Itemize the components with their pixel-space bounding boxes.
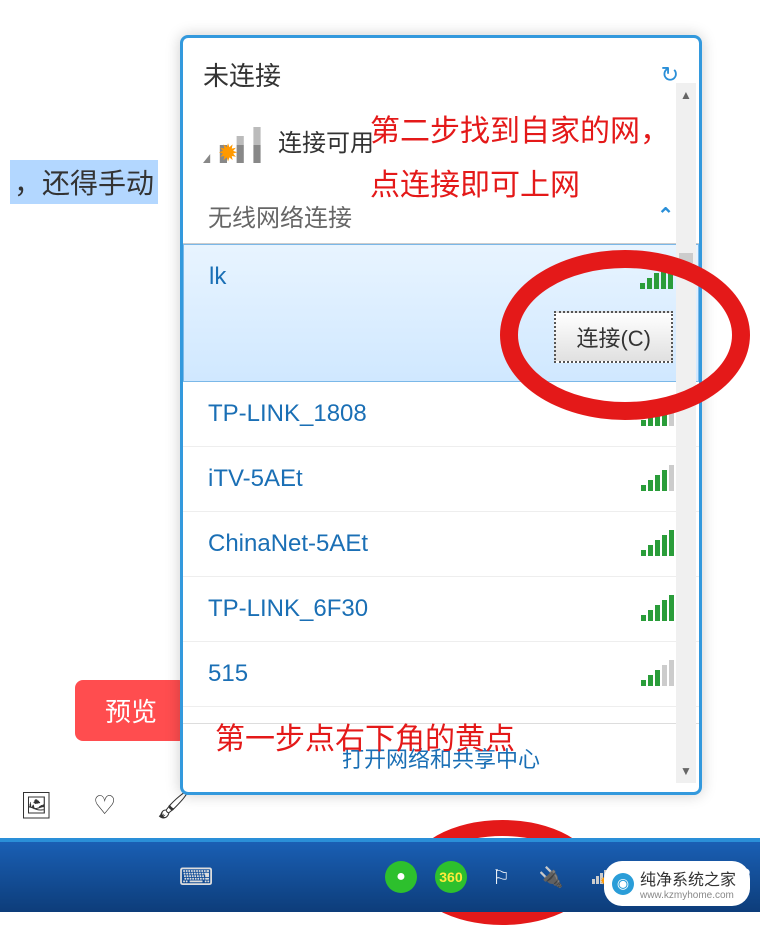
icon-row: 🖼 ♡ 🖌 (20, 790, 189, 821)
preview-button[interactable]: 预览 (75, 680, 187, 741)
wireless-label: 无线网络连接 (208, 198, 352, 233)
signal-bars-icon (640, 265, 673, 289)
network-name: iTV-5AEt (208, 465, 303, 493)
scroll-up-icon[interactable]: ▲ (680, 88, 692, 102)
network-item[interactable]: TP-LINK_1808 (183, 382, 699, 447)
watermark-logo-icon: ◉ (612, 873, 634, 895)
scroll-down-icon[interactable]: ▼ (680, 764, 692, 778)
chevron-up-icon: ⌃ (657, 203, 674, 228)
network-flyout: 未连接 ↻ 连接可用 无线网络连接 ⌃ lk 连接(C) TP-LINK_180… (180, 35, 702, 795)
network-name: 515 (208, 660, 248, 688)
heart-icon[interactable]: ♡ (93, 790, 116, 821)
wireless-section-header[interactable]: 无线网络连接 ⌃ (183, 188, 699, 243)
signal-bars-icon (641, 402, 674, 426)
network-item-selected[interactable]: lk 连接(C) (183, 244, 699, 382)
network-item[interactable]: iTV-5AEt (183, 447, 699, 512)
security-icon[interactable]: 360 (435, 861, 467, 893)
network-name: TP-LINK_1808 (208, 400, 367, 428)
scroll-thumb[interactable] (679, 253, 693, 263)
watermark: ◉ 纯净系统之家 www.kzmyhome.com (604, 861, 750, 906)
signal-bars-icon (641, 532, 674, 556)
background-text: ，还得手动 (10, 160, 158, 204)
network-list: lk 连接(C) TP-LINK_1808 iTV-5AEt ChinaNet-… (183, 243, 699, 723)
watermark-title: 纯净系统之家 (640, 866, 736, 890)
keyboard-icon[interactable]: ⌨ (180, 861, 212, 893)
connections-available-label: 连接可用 (278, 123, 374, 158)
wechat-icon[interactable]: ● (385, 861, 417, 893)
network-item[interactable]: 1702 (183, 707, 699, 723)
image-icon[interactable]: 🖼 (20, 790, 53, 821)
network-item[interactable]: 515 (183, 642, 699, 707)
connect-button[interactable]: 连接(C) (554, 311, 673, 363)
signal-large-icon (203, 118, 263, 163)
network-name: ChinaNet-5AEt (208, 530, 368, 558)
network-center-link[interactable]: 打开网络和共享中心 (183, 723, 699, 792)
signal-bars-icon (641, 467, 674, 491)
power-icon[interactable]: 🔌 (535, 861, 567, 893)
signal-bars-icon (641, 597, 674, 621)
brush-icon[interactable]: 🖌 (156, 790, 189, 821)
network-item[interactable]: ChinaNet-5AEt (183, 512, 699, 577)
network-name: TP-LINK_6F30 (208, 595, 368, 623)
network-name: lk (209, 263, 226, 291)
watermark-url: www.kzmyhome.com (640, 890, 736, 901)
scrollbar[interactable]: ▲ ▼ (676, 83, 696, 783)
action-center-icon[interactable]: ⚐ (485, 861, 517, 893)
signal-bars-icon (641, 662, 674, 686)
network-item[interactable]: TP-LINK_6F30 (183, 577, 699, 642)
panel-title: 未连接 (203, 56, 281, 93)
